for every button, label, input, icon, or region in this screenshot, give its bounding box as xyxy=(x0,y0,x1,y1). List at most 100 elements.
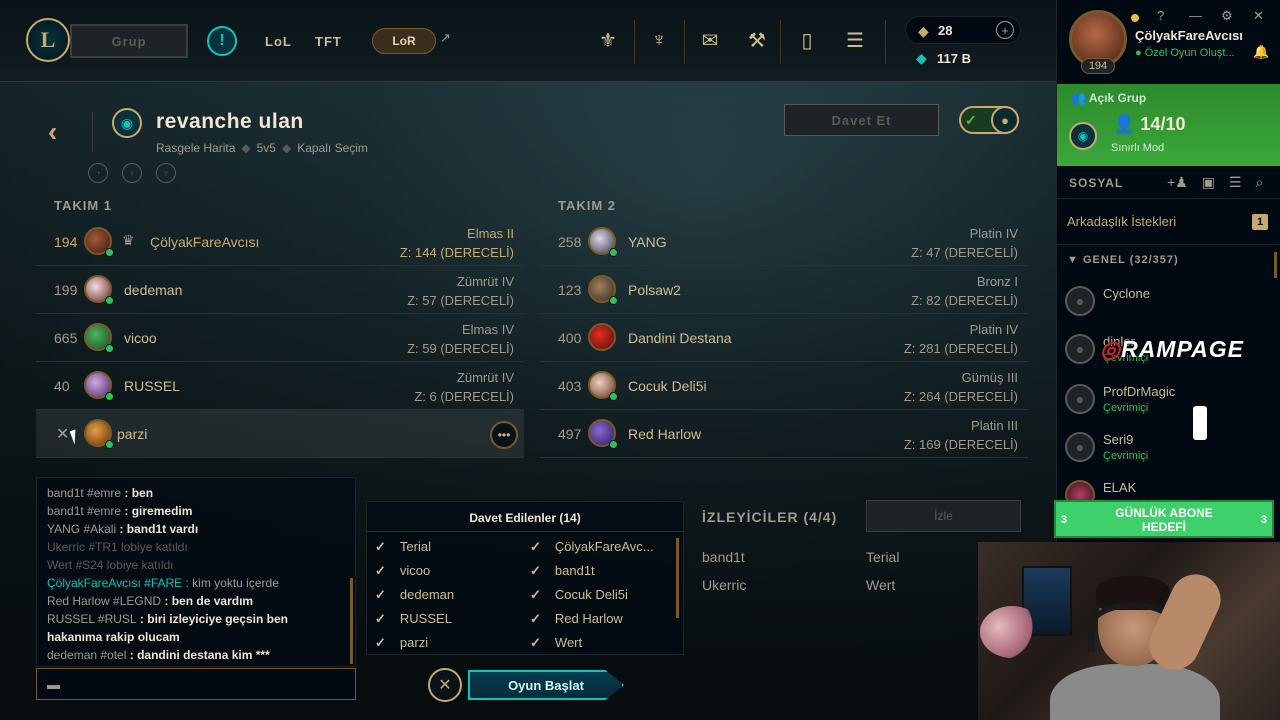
avatar xyxy=(588,323,616,351)
player-rank: Platin IV Z: 47 (DERECELİ) xyxy=(911,226,1018,260)
lobby-size: 5v5 xyxy=(256,141,276,155)
avatar xyxy=(84,275,114,305)
group-mode: Sınırlı Mod xyxy=(1111,142,1165,154)
player-row[interactable]: 194 ♛ ÇölyakFareAvcısı Elmas II Z: 144 (D… xyxy=(36,218,524,266)
player-row[interactable]: 199 dedeman Zümrüt IV Z: 57 (DERECELİ) xyxy=(36,266,524,314)
friend-status: Çevrimiçi xyxy=(1103,450,1149,462)
check-icon: ✓ xyxy=(965,112,977,128)
crafting-icon[interactable]: ⚒ xyxy=(743,26,771,54)
invited-panel: Davet Edilenler (14) ✓ Terial ✓ vicoo ✓ ded… xyxy=(366,501,684,655)
player-name: YANG xyxy=(628,234,667,250)
player-rank: Platin IV Z: 281 (DERECELİ) xyxy=(903,322,1018,356)
player-row[interactable]: 403 Cocuk Deli5i Gümüş III Z: 264 (DERECE… xyxy=(540,362,1028,410)
kick-icon[interactable]: ✕ xyxy=(56,424,69,444)
player-rank: Bronz I Z: 82 (DERECELİ) xyxy=(911,274,1018,308)
streamer-webcam xyxy=(978,542,1280,720)
avatar xyxy=(84,419,114,449)
search-icon[interactable]: ⌕ xyxy=(1256,174,1264,191)
chat-input[interactable]: ▬ xyxy=(36,668,356,700)
player-row[interactable]: 40 RUSSEL Zümrüt IV Z: 6 (DERECELİ) xyxy=(36,362,524,410)
chat-scrollbar[interactable] xyxy=(350,578,353,664)
avatar xyxy=(84,227,114,257)
avatar xyxy=(84,371,114,401)
back-button[interactable]: ‹ xyxy=(48,116,57,148)
open-group-panel[interactable]: 👥 Açık Grup ◉ 👤 14/10 Sınırlı Mod xyxy=(1057,84,1280,166)
general-group-header[interactable]: ▼ GENEL (32/357) xyxy=(1067,254,1179,266)
player-rank: Zümrüt IV Z: 57 (DERECELİ) xyxy=(407,274,514,308)
invited-item: ✓ vicoo xyxy=(375,563,431,578)
avatar: ● xyxy=(1065,384,1095,414)
nav-lol[interactable]: LoL xyxy=(265,34,292,49)
settings-gear-icon[interactable]: ⚙ xyxy=(1221,8,1233,24)
add-friend-icon[interactable]: +♟ xyxy=(1167,174,1188,191)
clash-icon[interactable]: ⚜ xyxy=(594,26,622,54)
loot-icon[interactable]: ☰ xyxy=(841,26,869,54)
player-level: 497 xyxy=(558,426,582,442)
goal-title: GÜNLÜK ABONE xyxy=(1115,506,1213,520)
spectators-header: İZLEYİCİLER (4/4) xyxy=(702,509,838,525)
friends-scrollbar[interactable] xyxy=(1274,252,1277,278)
avatar: ● xyxy=(1065,286,1095,316)
list-icon[interactable]: ☰ xyxy=(1229,174,1242,191)
invited-scrollbar[interactable] xyxy=(676,538,679,618)
more-options-icon[interactable]: ••• xyxy=(490,421,518,449)
friend-item[interactable]: ● Cyclone xyxy=(1065,282,1265,326)
minimize-icon[interactable]: — xyxy=(1189,8,1202,23)
help-icon[interactable]: ? xyxy=(1157,8,1164,23)
nav-lor-button[interactable]: LoR xyxy=(372,28,436,54)
friend-name: Seri9 xyxy=(1103,432,1134,447)
player-row[interactable]: 665 vicoo Elmas IV Z: 59 (DERECELİ) xyxy=(36,314,524,362)
invited-item: ✓ parzi xyxy=(375,635,429,650)
goal-subtitle: HEDEFİ xyxy=(1141,520,1186,534)
profile-status[interactable]: ● Özel Oyun Oluşt... xyxy=(1135,47,1235,59)
people-icon: ● xyxy=(991,106,1019,134)
rp-icon: ◆ xyxy=(918,23,929,39)
add-folder-icon[interactable]: ▣ xyxy=(1202,174,1215,191)
player-name: Dandini Destana xyxy=(628,330,732,346)
friend-item[interactable]: ● ProfDrMagic Çevrimiçi xyxy=(1065,380,1265,424)
store-chest-icon[interactable]: ✉ xyxy=(696,26,724,54)
close-icon[interactable]: ✕ xyxy=(1253,8,1264,24)
team2-header: TAKIM 2 xyxy=(558,198,617,213)
open-party-toggle[interactable]: ✓ ● xyxy=(959,106,1019,134)
player-name: dedeman xyxy=(124,282,183,298)
social-actions: +♟ ▣ ☰ ⌕ xyxy=(1167,174,1263,191)
friend-name: ProfDrMagic xyxy=(1103,384,1176,399)
avatar xyxy=(588,227,618,257)
player-rank: Gümüş III Z: 264 (DERECELİ) xyxy=(903,370,1018,404)
flowers xyxy=(980,606,1044,658)
crown-icon: ♛ xyxy=(122,232,135,248)
friend-item[interactable]: ● Seri9 Çevrimiçi xyxy=(1065,428,1265,472)
notification-bell-icon[interactable]: 🔔 xyxy=(1253,44,1269,60)
player-row[interactable]: ✕ parzi ••• xyxy=(36,410,524,458)
player-row[interactable]: 258 YANG Platin IV Z: 47 (DERECELİ) xyxy=(540,218,1028,266)
invited-item: ✓ RUSSEL xyxy=(375,611,452,626)
add-rp-button[interactable]: + xyxy=(996,21,1014,39)
collection-icon[interactable]: ▯ xyxy=(793,26,821,54)
nav-tft[interactable]: TFT xyxy=(315,34,342,49)
start-game-button[interactable]: Oyun Başlat xyxy=(468,670,624,700)
group-button[interactable]: Grup xyxy=(70,24,188,58)
avatar xyxy=(588,419,618,449)
chat-message: band1t #emre : giremedim xyxy=(47,504,193,518)
alert-icon[interactable]: ! xyxy=(207,26,237,56)
avatar: ● xyxy=(1065,432,1095,462)
player-level: 403 xyxy=(558,378,582,394)
leave-lobby-button[interactable]: ✕ xyxy=(428,668,462,702)
lobby-chat[interactable]: band1t #emre : ben band1t #emre : gireme… xyxy=(36,477,356,667)
lobby-subtitle: Rasgele Harita ◆ 5v5 ◆ Kapalı Seçim xyxy=(156,141,368,155)
chat-message-continued: hakanıma rakip olucam xyxy=(47,630,180,644)
chat-system-message: Wert #S24 lobiye katıldı xyxy=(47,558,174,572)
player-row[interactable]: 123 Polsaw2 Bronz I Z: 82 (DERECELİ) xyxy=(540,266,1028,314)
player-level: 665 xyxy=(54,330,78,346)
friend-requests[interactable]: Arkadaşlık İstekleri xyxy=(1067,214,1176,229)
spectate-button[interactable]: İzle xyxy=(866,500,1021,532)
profile-name[interactable]: ÇölyakFareAvcısı xyxy=(1135,28,1243,43)
player-name: parzi xyxy=(117,426,148,442)
player-row[interactable]: 497 Red Harlow Platin III Z: 169 (DERECEL… xyxy=(540,410,1028,458)
friend-name: Cyclone xyxy=(1103,286,1150,301)
invite-button[interactable]: Davet Et xyxy=(784,104,939,136)
player-row[interactable]: 400 Dandini Destana Platin IV Z: 281 (DER… xyxy=(540,314,1028,362)
tft-icon[interactable]: ♆ xyxy=(645,26,673,54)
league-logo-icon[interactable]: L xyxy=(26,18,70,62)
